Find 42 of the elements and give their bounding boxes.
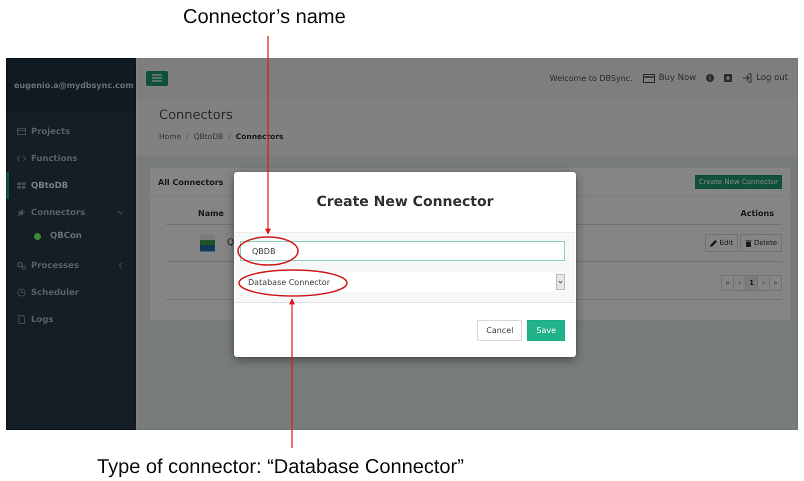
save-button[interactable]: Save: [527, 320, 565, 340]
highlight-ellipse: [237, 236, 299, 266]
sidebar-subitem[interactable]: QBCon: [9, 226, 82, 246]
plug-icon: [17, 208, 26, 217]
trash-icon: [745, 240, 752, 246]
dropdown-caret-icon: [556, 273, 565, 291]
logout-icon: [742, 73, 752, 83]
square-icon[interactable]: [724, 74, 732, 82]
gears-icon: [17, 261, 26, 270]
user-email: eugenio.a@mydbsync.com: [6, 58, 136, 112]
annotation-caption: Type of connector: “Database Connector”: [97, 456, 464, 478]
annotation-caption: Connector’s name: [183, 6, 346, 28]
sidebar-item[interactable]: Processes: [9, 252, 136, 279]
page-title: Connectors: [159, 108, 234, 123]
sidebar-item[interactable]: Functions: [9, 145, 136, 172]
welcome-text: Welcome to DBSync.: [550, 74, 633, 82]
cancel-button[interactable]: Cancel: [477, 320, 522, 340]
grid-icon: [17, 181, 26, 190]
sidebar-item[interactable]: Connectors: [9, 199, 136, 226]
file-icon: [17, 315, 26, 324]
logout-link[interactable]: Log out: [742, 73, 788, 83]
menu-icon: [152, 74, 162, 82]
connector-type-select[interactable]: Database Connector: [240, 272, 565, 292]
sidebar-item[interactable]: Projects: [9, 118, 136, 145]
column-header: Actions: [740, 209, 774, 218]
column-header: Name: [198, 209, 224, 218]
buy-now-link[interactable]: Buy Now: [642, 73, 696, 83]
clock-icon: [17, 288, 26, 297]
menu-button[interactable]: [146, 70, 168, 86]
sidebar-item[interactable]: QBtoDB: [9, 172, 136, 199]
credit-card-icon: [642, 74, 655, 82]
code-icon: [17, 154, 26, 163]
connector-name-field[interactable]: QBDB: [240, 241, 565, 261]
pencil-icon: [710, 240, 718, 246]
panel-title: All Connectors: [158, 178, 224, 186]
table-icon: [17, 127, 26, 136]
connector-logo-icon: [200, 234, 215, 252]
sidebar-item[interactable]: Scheduler: [9, 279, 136, 306]
dialog-title: Create New Connector: [315, 193, 495, 212]
sidebar-item[interactable]: Logs: [9, 306, 136, 333]
info-icon[interactable]: [706, 74, 714, 82]
connector-name: Q: [227, 238, 234, 248]
